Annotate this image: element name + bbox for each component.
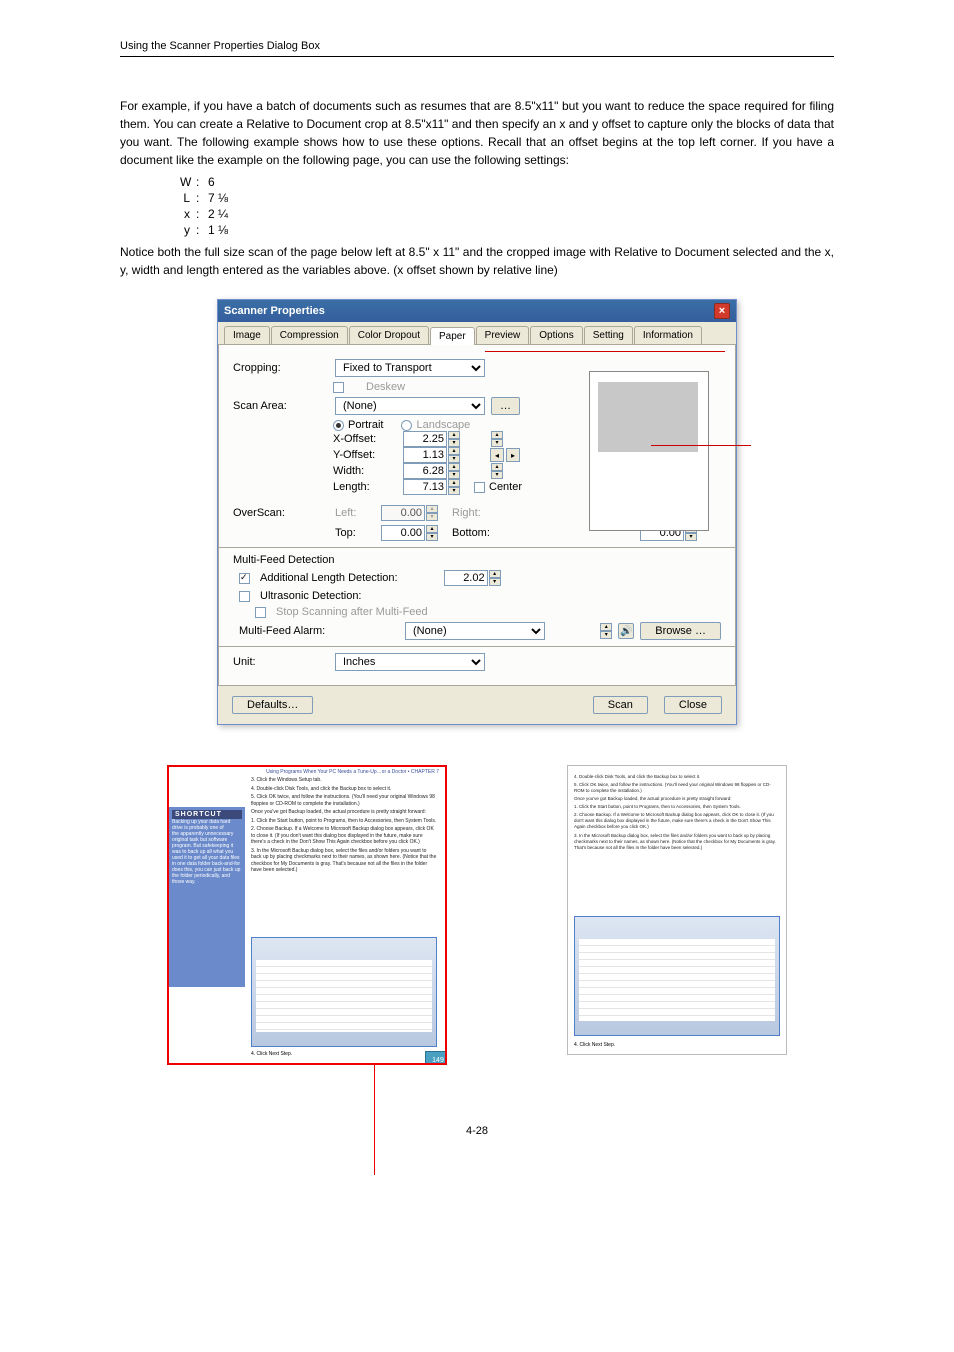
cropping-select[interactable]: Fixed to Transport	[335, 359, 485, 377]
tab-preview[interactable]: Preview	[476, 326, 530, 344]
thumb-caption: 4. Click Next Step.	[251, 1051, 292, 1057]
thumb2-figure	[574, 916, 780, 1036]
cropped-page-thumb: tboardare ofhow thesoftwaremaking itbut …	[567, 765, 787, 1055]
thumb-header: Using Programs When Your PC Needs a Tune…	[266, 769, 439, 775]
usd-label: Ultrasonic Detection:	[260, 590, 362, 602]
browse-button[interactable]: Browse …	[640, 622, 721, 640]
scanner-properties-dialog: Scanner Properties × Image Compression C…	[217, 299, 737, 725]
note-paragraph: Notice both the full size scan of the pa…	[120, 243, 834, 279]
width-label: Width:	[333, 465, 393, 477]
unit-select[interactable]: Inches	[335, 653, 485, 671]
setting-y: y:1 ⅛	[180, 223, 834, 237]
xoffset-label: X-Offset:	[333, 433, 393, 445]
portrait-radio[interactable]	[333, 420, 344, 431]
scan-button[interactable]: Scan	[593, 696, 648, 714]
setting-l: L:7 ⅛	[180, 191, 834, 205]
scanarea-label: Scan Area:	[233, 400, 329, 412]
preview-crop	[598, 382, 698, 452]
scroll-right-button[interactable]: ▸	[506, 448, 520, 462]
xoffset-indicator-line	[374, 1065, 375, 1175]
os-left-label: Left:	[335, 507, 375, 519]
tab-strip: Image Compression Color Dropout Paper Pr…	[218, 322, 736, 345]
tab-information[interactable]: Information	[634, 326, 702, 344]
landscape-label: Landscape	[416, 419, 470, 431]
intro-paragraph: For example, if you have a batch of docu…	[120, 97, 834, 169]
thumb2-body: 4. Double-click Disk Tools, and click th…	[574, 774, 780, 853]
alarm-select[interactable]: (None)	[405, 622, 545, 640]
scroll-left-button[interactable]: ◂	[490, 448, 504, 462]
stop-checkbox	[255, 607, 266, 618]
yoffset-label: Y-Offset:	[333, 449, 393, 461]
defaults-button[interactable]: Defaults…	[232, 696, 313, 714]
os-top-label: Top:	[335, 527, 375, 539]
os-top-spin[interactable]: ▴▾	[381, 525, 438, 541]
ald-label: Additional Length Detection:	[260, 572, 398, 584]
preview-box	[589, 371, 709, 531]
thumb2-caption: 4. Click Next Step.	[574, 1042, 615, 1048]
page-badge: 149	[425, 1051, 447, 1065]
unit-label: Unit:	[233, 656, 329, 668]
os-bottom-label: Bottom:	[452, 527, 492, 539]
xoffset-spin[interactable]: ▴▾	[403, 431, 460, 447]
tab-image[interactable]: Image	[224, 326, 270, 344]
center-label: Center	[489, 481, 522, 493]
speaker-icon[interactable]: 🔊	[618, 623, 634, 639]
header-left: Using the Scanner Properties Dialog Box	[120, 40, 320, 52]
portrait-label: Portrait	[348, 419, 383, 431]
thumb-figure	[251, 937, 437, 1047]
length-label: Length:	[333, 481, 393, 493]
dialog-title: Scanner Properties	[224, 305, 325, 317]
tab-options[interactable]: Options	[530, 326, 582, 344]
page-number: 4-28	[120, 1125, 834, 1137]
center-checkbox[interactable]	[474, 482, 485, 493]
close-button[interactable]: Close	[664, 696, 722, 714]
width-spin[interactable]: ▴▾	[403, 463, 460, 479]
landscape-radio	[401, 420, 412, 431]
deskew-label: Deskew	[366, 381, 405, 393]
mfd-group-label: Multi-Feed Detection	[233, 554, 721, 566]
tab-compression[interactable]: Compression	[271, 326, 348, 344]
callout-line-1	[485, 351, 725, 352]
cropped-side-strip: tboardare ofhow thesoftwaremaking itbut …	[567, 796, 568, 966]
ald-checkbox[interactable]	[239, 573, 250, 584]
header-rule	[120, 56, 834, 57]
length-spin[interactable]: ▴▾	[403, 479, 460, 495]
callout-line-2	[651, 445, 751, 446]
setting-w: W:6	[180, 175, 834, 189]
scanarea-more-button[interactable]: …	[491, 397, 520, 415]
usd-checkbox[interactable]	[239, 591, 250, 602]
alarm-label: Multi-Feed Alarm:	[239, 625, 399, 637]
ald-spin[interactable]: ▴▾	[444, 570, 501, 586]
thumb-body: 3. Click the Windows Setup tab.4. Double…	[251, 777, 437, 876]
overscan-label: OverScan:	[233, 507, 329, 519]
cropping-label: Cropping:	[233, 362, 329, 374]
original-page-thumb: Using Programs When Your PC Needs a Tune…	[167, 765, 447, 1065]
shortcut-sidebar: SHORTCUT Backing up your data harddrive …	[169, 807, 245, 987]
setting-x: x:2 ¼	[180, 207, 834, 221]
os-right-label: Right:	[452, 507, 492, 519]
os-left-spin: ▴▾	[381, 505, 438, 521]
scanarea-select[interactable]: (None)	[335, 397, 485, 415]
deskew-checkbox	[333, 382, 344, 393]
tab-paper[interactable]: Paper	[430, 327, 475, 345]
tab-color-dropout[interactable]: Color Dropout	[349, 326, 429, 344]
close-icon[interactable]: ×	[714, 303, 730, 319]
stop-label: Stop Scanning after Multi-Feed	[276, 606, 428, 618]
yoffset-spin[interactable]: ▴▾	[403, 447, 460, 463]
tab-setting[interactable]: Setting	[584, 326, 633, 344]
